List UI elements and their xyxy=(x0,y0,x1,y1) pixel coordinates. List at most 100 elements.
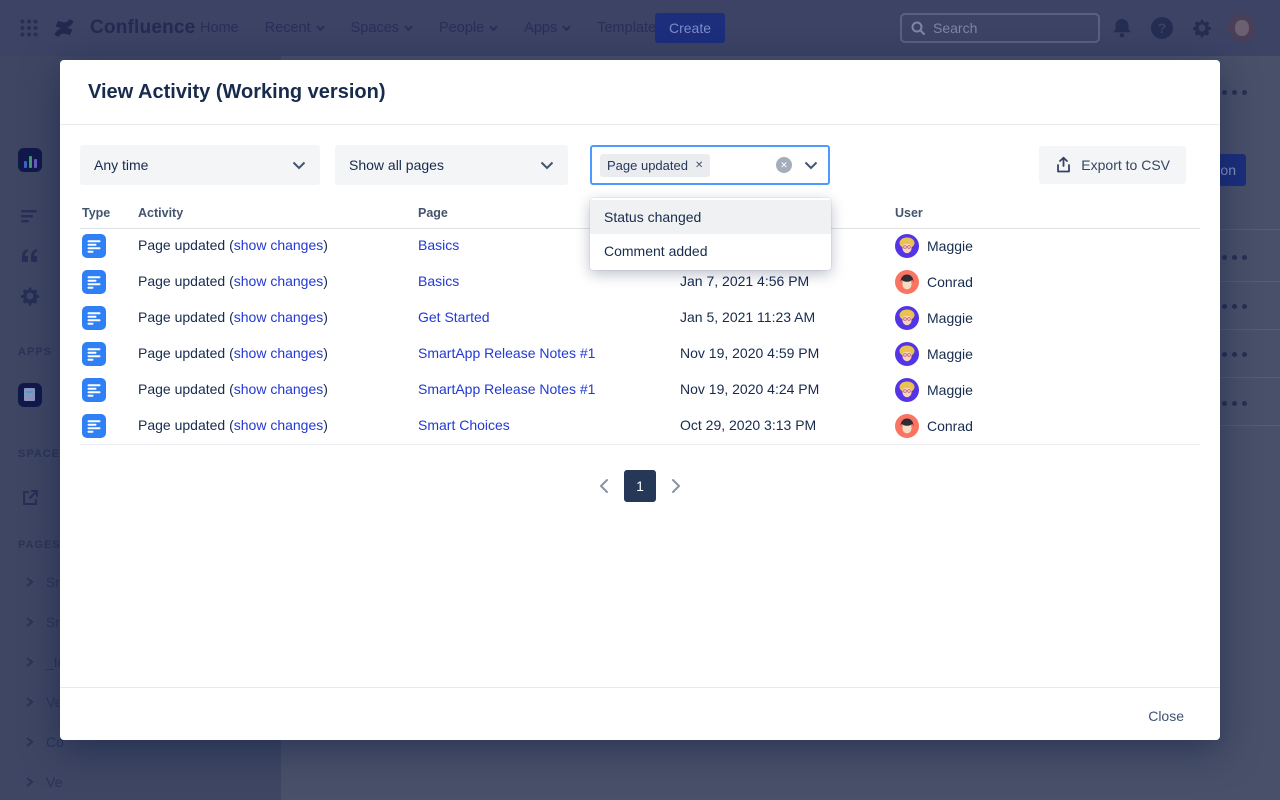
export-csv-button[interactable]: Export to CSV xyxy=(1039,146,1186,184)
page-tree-item[interactable]: Ve xyxy=(24,694,62,710)
nav-item-templates[interactable]: Templates xyxy=(597,20,663,36)
avatar-maggie xyxy=(895,342,919,366)
more-actions-icon[interactable] xyxy=(1222,90,1247,95)
avatar-maggie xyxy=(895,306,919,330)
avatar-conrad xyxy=(895,414,919,438)
prev-page-icon[interactable] xyxy=(598,478,610,494)
search-input[interactable] xyxy=(933,20,1073,36)
user-name: Conrad xyxy=(927,274,973,290)
more-actions-icon[interactable] xyxy=(1222,304,1247,309)
avatar-maggie xyxy=(895,234,919,258)
page-tree-item[interactable]: Co xyxy=(24,734,64,750)
current-page-button[interactable]: 1 xyxy=(624,470,656,502)
app-switcher-icon[interactable] xyxy=(20,19,38,37)
nav-item-recent[interactable]: Recent xyxy=(265,20,325,36)
nav-item-spaces[interactable]: Spaces xyxy=(351,20,413,36)
avatar-maggie xyxy=(895,378,919,402)
chevron-right-icon xyxy=(24,697,34,707)
page-link[interactable]: Basics xyxy=(418,237,459,253)
page-link[interactable]: Smart Choices xyxy=(418,417,510,433)
date-cell: Jan 7, 2021 4:56 PM xyxy=(680,273,809,289)
chevron-right-icon xyxy=(24,657,34,667)
more-actions-icon[interactable] xyxy=(1222,255,1247,260)
user-name: Maggie xyxy=(927,382,973,398)
confluence-logo[interactable]: Confluence xyxy=(20,0,195,56)
search-icon xyxy=(910,20,926,36)
view-activity-modal: View Activity (Working version) Any time… xyxy=(60,60,1220,740)
notifications-bell-icon[interactable] xyxy=(1110,16,1134,40)
section-label-apps: APPS xyxy=(18,346,52,358)
page-type-icon xyxy=(82,414,106,438)
chevron-down-icon[interactable] xyxy=(804,161,818,170)
show-changes-link[interactable]: show changes xyxy=(234,309,324,325)
nav-item-home[interactable]: Home xyxy=(200,20,239,36)
table-bottom-divider xyxy=(80,444,1200,445)
nav-item-apps[interactable]: Apps xyxy=(524,20,571,36)
user-avatar[interactable] xyxy=(1228,14,1256,42)
col-header-page: Page xyxy=(418,206,448,220)
help-icon[interactable]: ? xyxy=(1151,17,1175,41)
show-changes-link[interactable]: show changes xyxy=(234,417,324,433)
clear-all-icon[interactable]: ✕ xyxy=(776,157,792,173)
pages-filter-dropdown[interactable]: Show all pages xyxy=(335,145,568,185)
table-row: Page updated (show changes) Get Started … xyxy=(80,300,1200,336)
nav-menu: Home Recent Spaces People Apps Templates xyxy=(200,0,663,56)
more-actions-icon[interactable] xyxy=(1222,352,1247,357)
next-page-icon[interactable] xyxy=(670,478,682,494)
selected-tag: Page updated ✕ xyxy=(600,154,710,177)
analytics-app-icon[interactable] xyxy=(18,148,42,172)
col-header-type: Type xyxy=(82,206,110,220)
pagination: 1 xyxy=(598,470,682,502)
chevron-down-icon xyxy=(540,161,554,170)
user-name: Maggie xyxy=(927,310,973,326)
show-changes-link[interactable]: show changes xyxy=(234,381,324,397)
page-link[interactable]: SmartApp Release Notes #1 xyxy=(418,381,595,397)
show-changes-link[interactable]: show changes xyxy=(234,345,324,361)
user-name: Maggie xyxy=(927,346,973,362)
activity-type-multiselect[interactable]: Page updated ✕ ✕ xyxy=(590,145,830,185)
chevron-down-icon xyxy=(316,25,325,31)
document-icon xyxy=(24,388,35,401)
date-cell: Oct 29, 2020 3:13 PM xyxy=(680,417,816,433)
chevron-down-icon xyxy=(292,161,306,170)
avatar-conrad xyxy=(895,270,919,294)
date-cell: Nov 19, 2020 4:24 PM xyxy=(680,381,819,397)
user-name: Maggie xyxy=(927,238,973,254)
page-link[interactable]: Basics xyxy=(418,273,459,289)
show-changes-link[interactable]: show changes xyxy=(234,273,324,289)
create-button[interactable]: Create xyxy=(655,13,725,43)
chevron-right-icon xyxy=(24,737,34,747)
chevron-down-icon xyxy=(404,25,413,31)
search-box[interactable] xyxy=(900,13,1100,43)
table-row: Page updated (show changes) SmartApp Rel… xyxy=(80,336,1200,372)
menu-option-comment-added[interactable]: Comment added xyxy=(590,234,831,268)
page-link[interactable]: SmartApp Release Notes #1 xyxy=(418,345,595,361)
time-filter-dropdown[interactable]: Any time xyxy=(80,145,320,185)
date-cell: Nov 19, 2020 4:59 PM xyxy=(680,345,819,361)
col-header-user: User xyxy=(895,206,923,220)
page-type-icon xyxy=(82,270,106,294)
external-link-icon[interactable] xyxy=(20,488,40,508)
page-tree-item[interactable]: Ve xyxy=(24,774,62,790)
activity-lines-icon[interactable] xyxy=(18,204,42,228)
chevron-right-icon xyxy=(24,617,34,627)
activity-type-menu: Status changed Comment added xyxy=(590,198,831,270)
user-name: Conrad xyxy=(927,418,973,434)
chevron-down-icon xyxy=(562,25,571,31)
chevron-down-icon xyxy=(489,25,498,31)
show-changes-link[interactable]: show changes xyxy=(234,237,324,253)
page-link[interactable]: Get Started xyxy=(418,309,490,325)
settings-gear-icon[interactable] xyxy=(1190,16,1214,40)
table-row: Page updated (show changes) SmartApp Rel… xyxy=(80,372,1200,408)
confluence-mark-icon xyxy=(52,16,76,40)
smartapp-icon[interactable] xyxy=(18,383,42,407)
tag-remove-icon[interactable]: ✕ xyxy=(695,160,703,171)
menu-option-status-changed[interactable]: Status changed xyxy=(590,200,831,234)
close-button[interactable]: Close xyxy=(1146,700,1186,732)
nav-item-people[interactable]: People xyxy=(439,20,498,36)
header-divider xyxy=(60,124,1220,125)
quote-icon[interactable] xyxy=(18,244,42,268)
more-actions-icon[interactable] xyxy=(1222,401,1247,406)
space-settings-gear-icon[interactable] xyxy=(18,284,42,308)
col-header-activity: Activity xyxy=(138,206,183,220)
